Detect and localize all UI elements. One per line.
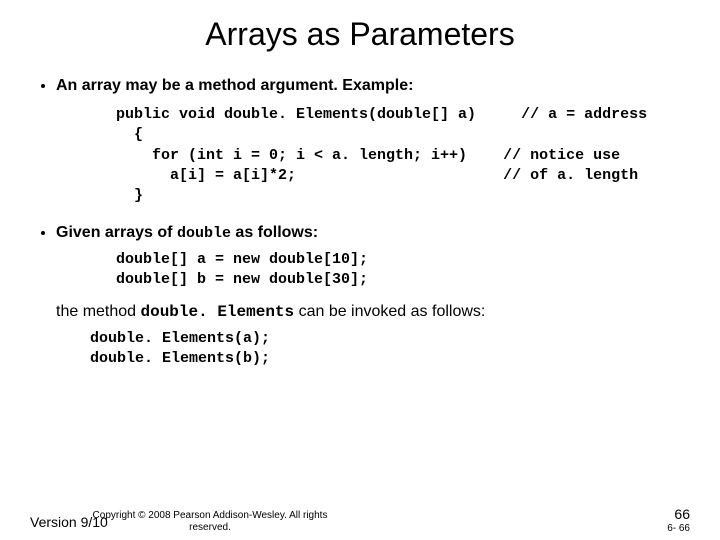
footer-copyright: Copyright © 2008 Pearson Addison-Wesley.…: [80, 510, 340, 534]
bullet-2-text: Given arrays of double as follows:: [56, 224, 318, 241]
slide-title: Arrays as Parameters: [30, 16, 690, 53]
code-block-3: double. Elements(a); double. Elements(b)…: [90, 329, 690, 368]
para-pre: the method: [56, 303, 141, 320]
bullet-2-pre: Given arrays of: [56, 224, 177, 241]
bullet-2: Given arrays of double as follows: doubl…: [56, 224, 690, 289]
bullet-list: An array may be a method argument. Examp…: [30, 77, 690, 289]
para-post: can be invoked as follows:: [294, 303, 485, 320]
page-number: 66: [674, 506, 690, 522]
bullet-1: An array may be a method argument. Examp…: [56, 77, 690, 206]
para-invoke: the method double. Elements can be invok…: [56, 303, 690, 321]
para-code: double. Elements: [141, 303, 295, 321]
bullet-1-text: An array may be a method argument. Examp…: [56, 77, 413, 94]
code-block-2: double[] a = new double[10]; double[] b …: [116, 250, 690, 289]
slide: Arrays as Parameters An array may be a m…: [0, 0, 720, 368]
bullet-2-code: double: [177, 225, 231, 242]
page-number-small: 6- 66: [667, 523, 690, 534]
code-block-1: public void double. Elements(double[] a)…: [116, 105, 690, 206]
bullet-2-post: as follows:: [231, 224, 318, 241]
